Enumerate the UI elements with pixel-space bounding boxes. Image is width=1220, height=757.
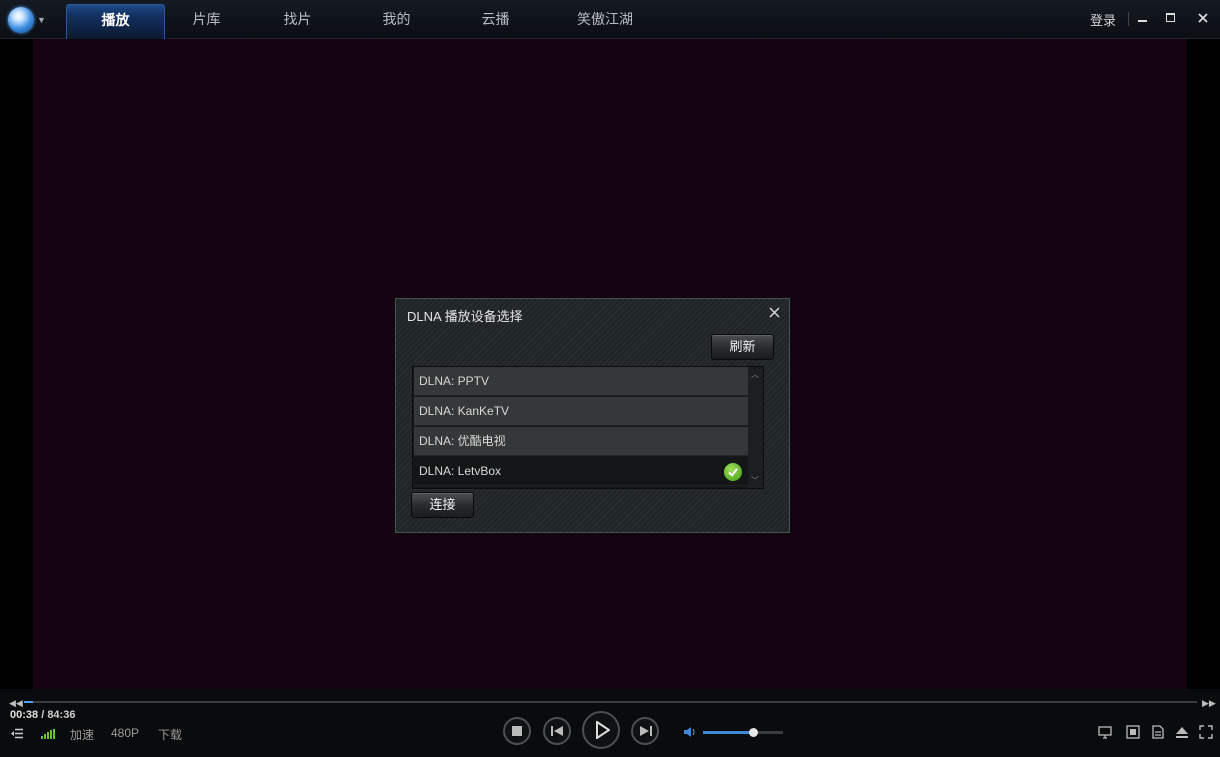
device-item-letvbox[interactable]: DLNA: LetvBox: [414, 457, 748, 486]
eject-icon[interactable]: [1175, 725, 1189, 739]
title-bar: ▼ 播放 片库 找片 我的 云播 笑傲江湖 登录: [0, 0, 1220, 39]
divider: [1128, 12, 1129, 26]
play-icon: [596, 721, 610, 739]
tab-find[interactable]: 找片: [248, 4, 347, 39]
maximize-button[interactable]: [1161, 9, 1179, 27]
login-link[interactable]: 登录: [1090, 10, 1116, 29]
play-button[interactable]: [582, 711, 620, 749]
control-bar: ◀◀ ▶▶ 00:38 / 84:36 加速 480P 下载: [0, 689, 1220, 757]
volume-icon[interactable]: [684, 726, 696, 741]
volume-knob[interactable]: [748, 728, 758, 737]
chevron-down-icon[interactable]: ▼: [37, 15, 46, 25]
playlist-toggle-icon[interactable]: [11, 727, 23, 742]
fullscreen-icon[interactable]: [1199, 725, 1213, 739]
connect-button[interactable]: 连接: [411, 492, 474, 518]
dialog-title: DLNA 播放设备选择: [407, 309, 523, 324]
stop-button[interactable]: [503, 717, 531, 745]
next-icon: [640, 726, 652, 736]
quality-button[interactable]: 480P: [111, 726, 139, 740]
device-item-youku-tv[interactable]: DLNA: 优酷电视: [414, 427, 748, 456]
tab-cloud[interactable]: 云播: [446, 4, 545, 39]
minimize-button[interactable]: [1133, 9, 1151, 27]
close-icon: [769, 307, 780, 318]
playlist-icon[interactable]: [1151, 725, 1165, 739]
refresh-button[interactable]: 刷新: [711, 334, 774, 360]
stop-icon: [512, 726, 522, 736]
download-button[interactable]: 下载: [158, 726, 182, 743]
tab-mine[interactable]: 我的: [347, 4, 446, 39]
time-display: 00:38 / 84:36: [10, 709, 75, 721]
progress-fill: [24, 701, 33, 703]
window-mode-icon[interactable]: [1126, 725, 1140, 739]
previous-button[interactable]: [543, 717, 571, 745]
total-time: / 84:36: [41, 709, 76, 721]
check-circle-icon: [724, 463, 742, 481]
accelerate-button[interactable]: 加速: [70, 726, 94, 743]
progress-bar[interactable]: [24, 701, 1197, 703]
device-list: DLNA: PPTV DLNA: KanKeTV DLNA: 优酷电视 DLNA…: [412, 366, 764, 489]
volume-slider[interactable]: [703, 728, 783, 737]
close-window-button[interactable]: [1194, 9, 1212, 27]
dialog-close-button[interactable]: [769, 304, 780, 321]
fast-forward-icon[interactable]: ▶▶: [1202, 698, 1216, 709]
next-button[interactable]: [631, 717, 659, 745]
screen-cast-icon[interactable]: [1098, 725, 1112, 739]
previous-icon: [551, 726, 563, 736]
device-item-pptv[interactable]: DLNA: PPTV: [414, 367, 748, 396]
tab-library[interactable]: 片库: [165, 4, 248, 39]
device-item-kanketv[interactable]: DLNA: KanKeTV: [414, 397, 748, 426]
dlna-dialog: DLNA 播放设备选择 刷新 DLNA: PPTV DLNA: KanKeTV …: [395, 298, 790, 533]
tab-play[interactable]: 播放: [66, 4, 165, 39]
minimize-icon: [1137, 20, 1147, 22]
device-list-scrollbar[interactable]: ︿ ﹀: [748, 367, 763, 488]
device-label: DLNA: LetvBox: [419, 464, 502, 478]
maximize-icon: [1165, 13, 1175, 22]
rewind-icon[interactable]: ◀◀: [9, 698, 23, 709]
close-icon: [1198, 13, 1208, 23]
signal-strength-icon: [41, 729, 57, 739]
main-nav: 播放 片库 找片 我的 云播 笑傲江湖: [66, 4, 665, 39]
app-logo-icon[interactable]: [8, 7, 34, 33]
scroll-up-icon[interactable]: ︿: [751, 369, 759, 380]
scroll-down-icon[interactable]: ﹀: [751, 475, 759, 486]
current-time: 00:38: [10, 709, 39, 721]
tab-current-video[interactable]: 笑傲江湖: [545, 4, 665, 39]
volume-fill: [703, 731, 753, 734]
